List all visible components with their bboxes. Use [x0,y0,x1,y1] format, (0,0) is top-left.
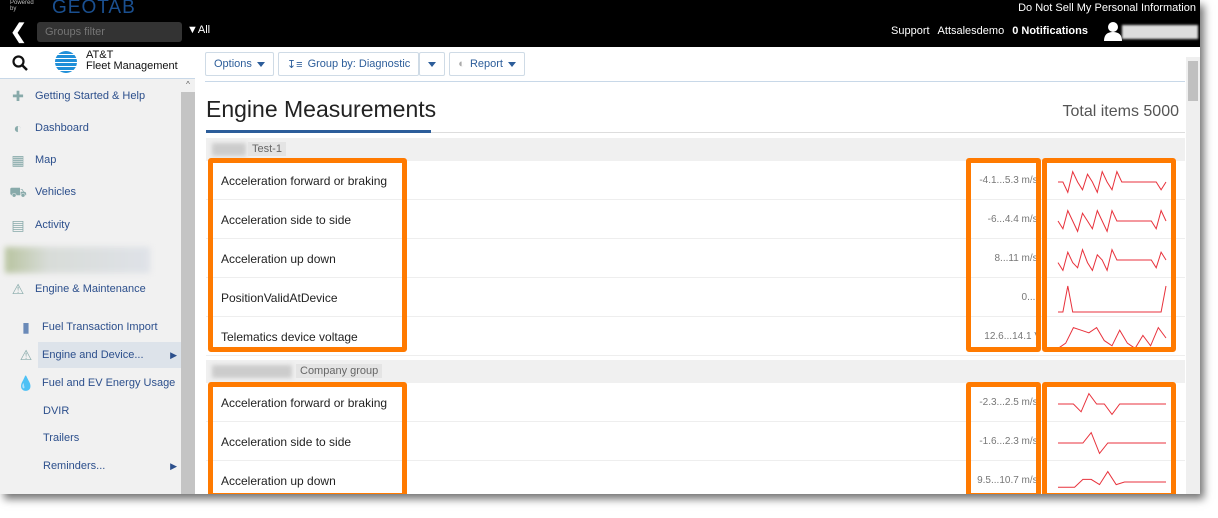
scrollbar-thumb[interactable] [1188,61,1198,101]
sidebar-item-label: Vehicles [35,186,76,198]
sidebar-item-label: Engine and Device... [38,342,181,368]
notifications-link[interactable]: 0 Notifications [1012,25,1088,37]
sidebar-scrollbar[interactable]: ^ [181,80,195,494]
sidebar: AT&T Fleet Management ^ ✚ Getting Started … [0,47,195,494]
sidebar-item-label: Map [35,154,57,166]
powered-by-text: Powered by [10,0,34,12]
user-icon[interactable] [1104,21,1122,41]
all-groups-dropdown[interactable]: ▼All [187,24,210,36]
group-by-label: Group by: Diagnostic [307,58,411,70]
groups-filter-input[interactable] [37,22,182,42]
highlight-box-ranges [966,158,1041,352]
support-link[interactable]: Support [891,25,930,37]
highlight-box-sparklines [1042,382,1176,494]
group-by-button[interactable]: ↧≡ Group by: Diagnostic [277,52,420,76]
redacted-sidebar-item [5,247,150,273]
gauge-icon: ◐ [458,58,465,70]
sidebar-item-label: Fuel Transaction Import [42,321,158,333]
sidebar-item-engine-device[interactable]: ⚠ Engine and Device... ▶ [0,342,181,368]
expand-arrow-icon: ▶ [170,460,177,471]
caret-down-icon [256,61,265,67]
sidebar-item-fuel-ev[interactable]: 💧 Fuel and EV Energy Usage [0,370,181,396]
gauge-icon: ◐ [13,120,23,136]
report-button[interactable]: ◐ Report [449,52,525,76]
sidebar-item-fuel-transaction-import[interactable]: ▮ Fuel Transaction Import [0,314,181,340]
sidebar-item-activity[interactable]: ▤ Activity [0,212,181,238]
highlight-box-sparklines [1042,158,1176,352]
engine-warning-icon: ⚠ [11,281,25,297]
divider [205,81,1185,82]
highlight-box-ranges [966,382,1041,494]
sidebar-item-vehicles[interactable]: ⛟ Vehicles [0,179,181,205]
sidebar-item-label: Getting Started & Help [35,90,146,102]
highlight-box-labels [208,382,407,494]
do-not-sell-link[interactable]: Do Not Sell My Personal Information [1018,2,1196,14]
total-items: Total items 5000 [1062,103,1179,120]
scroll-up-icon[interactable]: ^ [181,80,195,92]
sidebar-item-engine-maintenance[interactable]: ⚠ Engine & Maintenance [0,276,181,302]
sidebar-item-label: DVIR [43,405,70,417]
group-name: Company group [296,364,383,378]
expand-arrow-icon: ▶ [170,349,177,360]
all-label: All [197,24,211,36]
app-window: Powered by GEOTAB Do Not Sell My Persona… [0,0,1200,494]
sidebar-item-label: Dashboard [35,122,89,134]
top-bar: Powered by GEOTAB Do Not Sell My Persona… [0,0,1200,18]
sidebar-item-getting-started[interactable]: ✚ Getting Started & Help [0,83,181,109]
caret-down-icon [428,61,437,67]
page-title: Engine Measurements [206,96,437,122]
options-label: Options [214,58,252,70]
engine-warning-icon: ⚠ [19,347,33,363]
first-aid-icon: ✚ [12,88,24,104]
sidebar-item-label: Trailers [43,432,80,444]
group-name: Test-1 [248,142,286,156]
sidebar-item-label: Activity [35,219,70,231]
sidebar-item-reminders[interactable]: Reminders... ▶ [0,453,181,479]
map-icon: ▦ [11,152,25,168]
account-link[interactable]: Attsalesdemo [938,25,1005,37]
highlight-box-labels [208,158,407,352]
activity-chart-icon: ▤ [11,217,25,233]
sidebar-item-dvir[interactable]: DVIR [0,398,181,424]
options-button[interactable]: Options [205,52,274,76]
sidebar-item-label: Fuel and EV Energy Usage [42,377,176,389]
redacted-group-id [212,365,292,378]
sidebar-item-trailers[interactable]: Trailers [0,425,181,451]
fuel-pump-icon: ▮ [22,319,30,335]
main-scrollbar[interactable] [1186,57,1200,494]
att-globe-logo [55,51,77,73]
back-arrow-icon[interactable]: ❮ [10,19,27,44]
sidebar-item-map[interactable]: ▦ Map [0,147,181,173]
caret-down-icon [507,61,516,67]
group-header[interactable]: Company group [206,360,1185,383]
sidebar-item-label: Engine & Maintenance [35,283,146,295]
drop-icon: 💧 [17,375,35,391]
title-underline [206,130,431,133]
sidebar-item-dashboard[interactable]: ◐ Dashboard [0,115,181,141]
nav-bar: ❮ ▼All Support Attsalesdemo 0 Notificati… [0,16,1200,47]
sort-icon: ↧≡ [286,58,303,71]
search-icon[interactable] [12,55,28,71]
sidebar-item-label: Reminders... [43,460,106,472]
redacted-group-id [212,143,246,156]
vehicle-icon: ⛟ [9,184,27,200]
report-label: Report [469,58,503,70]
logo-line2: Fleet Management [86,60,178,72]
username-redacted [1122,25,1198,39]
group-by-dropdown[interactable] [419,52,446,76]
